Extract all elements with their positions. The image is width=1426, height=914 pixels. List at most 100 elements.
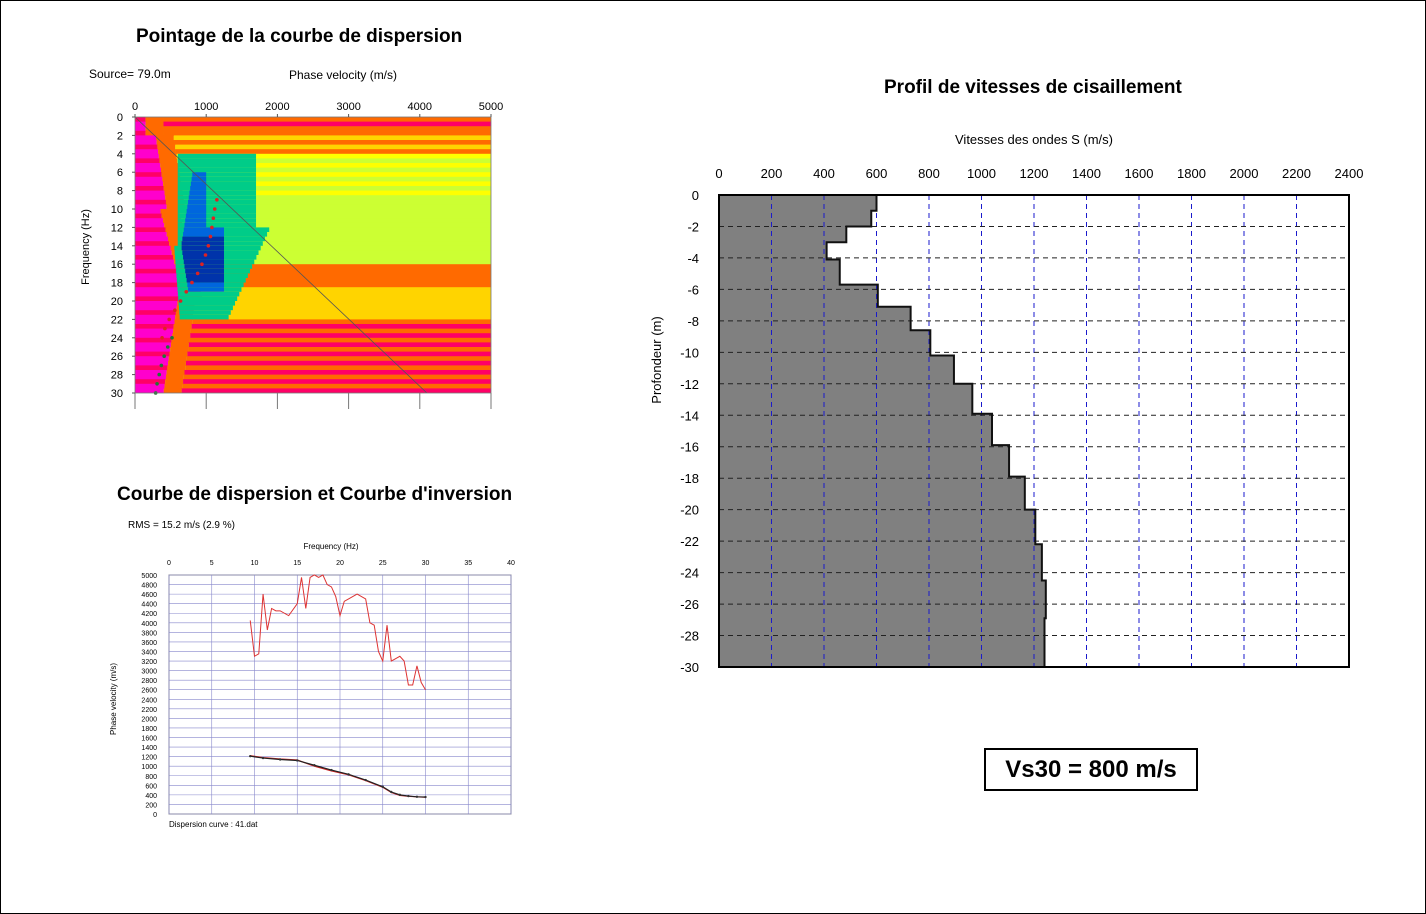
y-tick-label: 24 [111, 333, 123, 345]
heatmap-cell [188, 347, 491, 353]
vs30-result-box: Vs30 = 800 m/s [984, 748, 1198, 791]
profile-x-axis-label: Vitesses des ondes S (m/s) [955, 132, 1113, 147]
heatmap-cell [170, 347, 189, 353]
y-tick-label: 22 [111, 314, 123, 326]
y-tick-label: 400 [145, 793, 157, 800]
heatmap-cell [165, 374, 184, 380]
picked-point [203, 253, 208, 257]
heatmap-cell [183, 259, 224, 265]
heatmap-cell [188, 195, 207, 201]
heatmap-cell [185, 218, 207, 224]
heatmap-cell [135, 379, 166, 385]
heatmap-cell [187, 351, 491, 357]
heatmap-cell [135, 273, 178, 279]
heatmap-cell [135, 186, 164, 192]
picked-point [159, 363, 164, 368]
picked-point [162, 354, 166, 359]
heatmap-cell [185, 360, 491, 366]
heatmap-cell [135, 337, 172, 343]
y-tick-label: -28 [680, 629, 699, 644]
x-tick-label: 200 [761, 166, 783, 181]
heatmap-cell [183, 255, 224, 261]
heatmap-cell [177, 163, 257, 169]
y-tick-label: 1600 [141, 736, 157, 743]
x-tick-label: 0 [167, 560, 171, 567]
heatmap-cell [166, 370, 185, 376]
y-tick-label: 3200 [141, 659, 157, 666]
heatmap-cell [168, 360, 186, 366]
y-tick-label: 2800 [141, 678, 157, 685]
y-tick-label: -10 [680, 345, 699, 360]
heatmap-cell [162, 176, 181, 182]
picked-point [210, 225, 214, 230]
heatmap-cell [184, 222, 207, 228]
heatmap-cell [177, 181, 257, 187]
heatmap-cell [135, 310, 176, 316]
report-frame: Pointage de la courbe de dispersion Sour… [0, 0, 1426, 914]
x-tick-label: 2400 [1335, 166, 1364, 181]
heatmap-cell [182, 236, 224, 242]
x-tick-label: 1800 [1177, 166, 1206, 181]
x-tick-label: 0 [715, 166, 722, 181]
x-tick-label: 1000 [967, 166, 996, 181]
y-tick-label: -26 [680, 597, 699, 612]
heatmap-cell [159, 158, 178, 164]
y-tick-label: 5000 [141, 573, 157, 580]
heatmap-cell [191, 324, 491, 330]
y-tick-label: 0 [117, 112, 123, 124]
heatmap-cell [135, 264, 176, 270]
y-tick-label: 2400 [141, 697, 157, 704]
picked-point [178, 299, 183, 303]
heatmap-cell [135, 324, 174, 330]
picked-point [211, 216, 216, 220]
heatmap-cell [185, 273, 224, 279]
x-tick-label: 15 [293, 560, 301, 567]
picked-point [157, 372, 162, 377]
heatmap-cell [135, 305, 177, 311]
x-tick-label: 1400 [1072, 166, 1101, 181]
picked-point [190, 280, 194, 285]
x-tick-label: 2000 [265, 101, 289, 113]
heatmap-cell [135, 255, 174, 261]
picking-x-axis-label: Phase velocity (m/s) [289, 68, 397, 82]
y-tick-label: 30 [111, 388, 123, 400]
x-tick-label: 4000 [408, 101, 432, 113]
inversion-footer-label: Dispersion curve : 41.dat [169, 820, 258, 829]
heatmap-cell [160, 209, 179, 215]
heatmap-cell [199, 287, 491, 293]
heatmap-cell [173, 324, 192, 330]
heatmap-cell [177, 158, 257, 164]
heatmap-cell [179, 314, 229, 320]
heatmap-cell [135, 167, 161, 173]
heatmap-cell [157, 144, 176, 150]
y-tick-label: -8 [687, 314, 699, 329]
heatmap-cell [170, 342, 189, 348]
y-tick-label: 200 [145, 802, 157, 809]
y-tick-label: 3000 [141, 669, 157, 676]
heatmap-cell [175, 144, 491, 150]
heatmap-cell [183, 232, 224, 238]
heatmap-cell [135, 222, 165, 228]
heatmap-cell [145, 126, 164, 132]
heatmap-cell [185, 213, 207, 219]
heatmap-cell [163, 121, 491, 127]
x-tick-label: 2200 [1282, 166, 1311, 181]
heatmap-cell [145, 121, 164, 127]
heatmap-cell [135, 333, 173, 339]
picked-point [155, 382, 159, 386]
y-tick-label: -2 [687, 219, 699, 234]
heatmap-cell [135, 140, 157, 146]
y-tick-label: 2 [117, 130, 123, 142]
y-tick-label: 12 [111, 222, 123, 234]
heatmap-cell [185, 365, 491, 371]
heatmap-cell [135, 374, 166, 380]
y-tick-label: 0 [153, 812, 157, 819]
y-tick-label: 28 [111, 370, 123, 382]
y-tick-label: 2200 [141, 707, 157, 714]
series-point [398, 793, 402, 797]
y-tick-label: -4 [687, 251, 699, 266]
y-tick-label: 800 [145, 774, 157, 781]
heatmap-cell [183, 227, 224, 233]
heatmap-cell [174, 140, 491, 146]
heatmap-cell [177, 172, 257, 178]
